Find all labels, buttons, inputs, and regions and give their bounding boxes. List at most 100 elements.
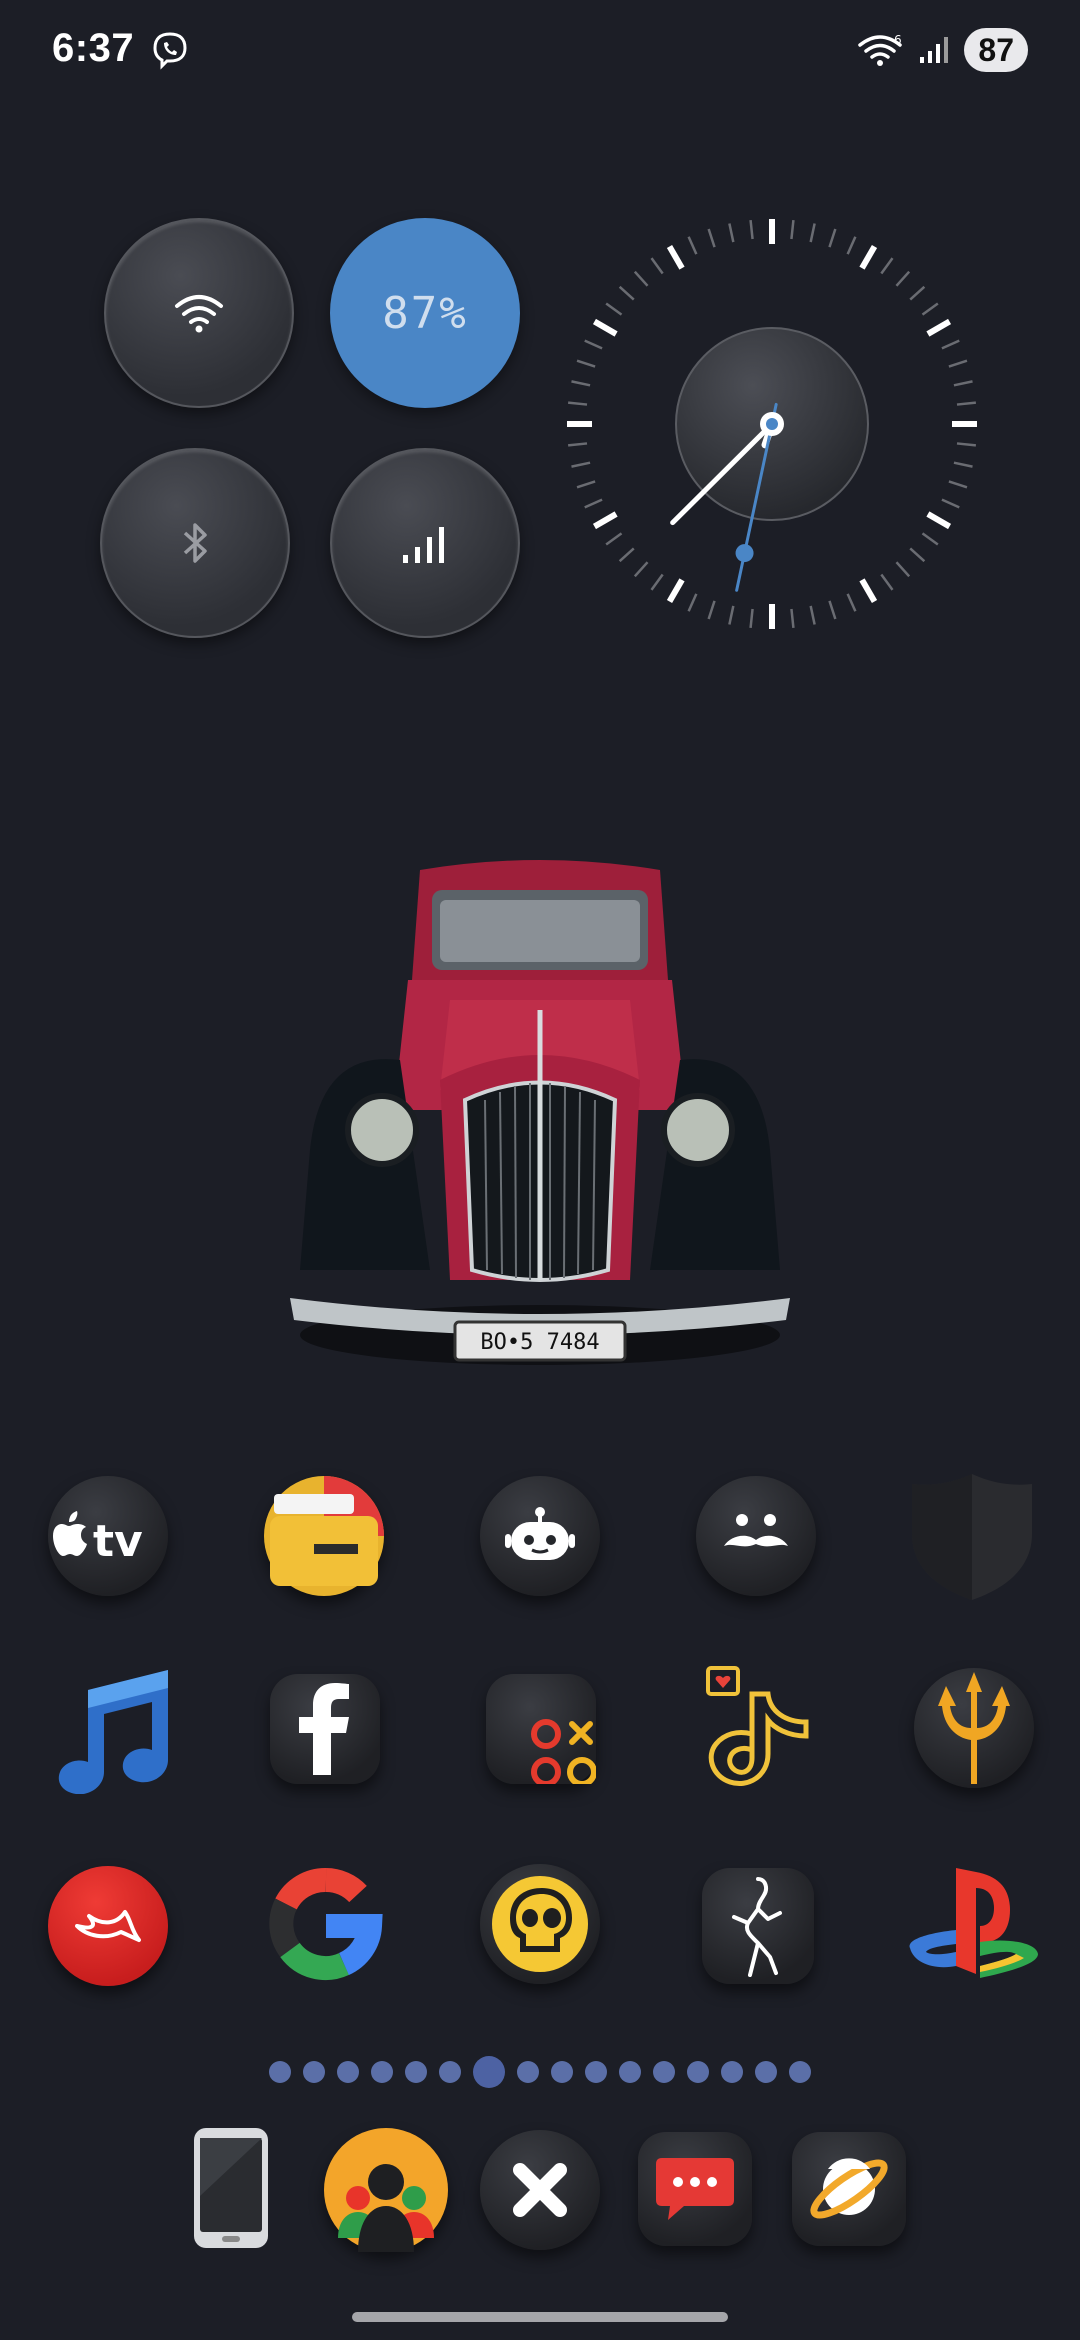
- app-trident[interactable]: [914, 1668, 1034, 1788]
- wifi-status-icon: 6: [858, 33, 903, 66]
- clock-second-dot: [735, 544, 754, 563]
- page-dot[interactable]: [687, 2061, 709, 2083]
- clock-minute-tick: [846, 236, 857, 255]
- moustache-face-icon: [724, 1514, 788, 1547]
- dock-contacts[interactable]: [324, 2128, 448, 2252]
- page-dot[interactable]: [585, 2061, 607, 2083]
- contacts-icon: [338, 2164, 434, 2252]
- skull-icon: [492, 1876, 588, 1972]
- page-dot[interactable]: [619, 2061, 641, 2083]
- vintage-car-wallpaper: BO•5 7484: [290, 850, 790, 1370]
- page-dot[interactable]: [551, 2061, 573, 2083]
- status-icons: 6 87: [858, 28, 1028, 72]
- clock-minute-tick: [650, 257, 664, 275]
- clock-minute-tick: [605, 532, 623, 546]
- page-dot[interactable]: [439, 2061, 461, 2083]
- app-google[interactable]: [264, 1862, 388, 1986]
- clock-minute-tick: [828, 600, 837, 620]
- clock-minute-tick: [707, 228, 716, 248]
- clock-minute-tick: [605, 302, 623, 316]
- license-plate-text: BO•5 7484: [480, 1330, 599, 1355]
- app-swiftly[interactable]: [48, 1866, 168, 1986]
- shield-icon: [912, 1474, 1032, 1600]
- app-tic-tac-toe[interactable]: [486, 1674, 596, 1784]
- app-shield[interactable]: [910, 1474, 1034, 1600]
- dock-phone[interactable]: [190, 2126, 272, 2250]
- app-chatbot[interactable]: [480, 1476, 600, 1596]
- planet-icon: [810, 2158, 888, 2219]
- robot-icon: [505, 1507, 575, 1560]
- page-dot[interactable]: [337, 2061, 359, 2083]
- phone-device-icon: [194, 2128, 268, 2248]
- clock-minute-tick: [567, 401, 588, 406]
- signal-icon: [403, 527, 444, 563]
- clock-minute-tick: [941, 498, 960, 509]
- google-icon: [269, 1868, 383, 1980]
- mobile-data-toggle[interactable]: [330, 448, 520, 638]
- clock-minute-tick: [953, 461, 973, 468]
- clock-minute-tick: [909, 547, 926, 563]
- page-dot[interactable]: [789, 2061, 811, 2083]
- clock-minute-tick: [956, 401, 977, 406]
- clock-minute-tick: [633, 270, 649, 287]
- clock-minute-tick: [948, 480, 968, 489]
- music-note-icon: [58, 1670, 168, 1795]
- clock-minute-tick: [584, 498, 603, 509]
- battery-toggle[interactable]: 87%: [330, 218, 520, 408]
- page-dot[interactable]: [653, 2061, 675, 2083]
- clock-minute-tick: [571, 461, 591, 468]
- app-apple-tv[interactable]: tv: [48, 1476, 168, 1596]
- clock-minute-tick: [809, 223, 816, 243]
- dock-close[interactable]: [480, 2130, 600, 2250]
- dock-internet[interactable]: [792, 2132, 906, 2246]
- facebook-icon: [299, 1683, 349, 1775]
- clock-hour-tick: [592, 511, 618, 530]
- clock-minute-tick: [956, 442, 977, 447]
- bluetooth-toggle[interactable]: [100, 448, 290, 638]
- app-playstation[interactable]: [906, 1868, 1042, 1980]
- clock-minute-tick: [571, 380, 591, 387]
- page-dot[interactable]: [721, 2061, 743, 2083]
- page-indicator[interactable]: [0, 2056, 1080, 2088]
- clock-minute-tick: [941, 339, 960, 350]
- message-bubble-icon: [656, 2158, 734, 2220]
- app-music[interactable]: [48, 1664, 174, 1795]
- dancer-icon: [732, 1877, 782, 1977]
- clock-minute-tick: [749, 219, 754, 240]
- viber-notification-icon: [150, 30, 190, 70]
- status-time: 6:37: [52, 26, 135, 70]
- clock-minute-tick: [880, 573, 894, 591]
- page-dot[interactable]: [371, 2061, 393, 2083]
- page-dot[interactable]: [269, 2061, 291, 2083]
- wifi-toggle[interactable]: [104, 218, 294, 408]
- page-dot-current[interactable]: [473, 2056, 505, 2088]
- page-dot[interactable]: [755, 2061, 777, 2083]
- clock-minute-tick: [909, 285, 926, 301]
- app-moustache[interactable]: [696, 1476, 816, 1596]
- bluetooth-icon: [183, 523, 207, 563]
- app-facebook[interactable]: [270, 1674, 380, 1784]
- app-brawl-stars[interactable]: [480, 1864, 600, 1984]
- clock-minute-tick: [567, 442, 588, 447]
- close-x-icon: [513, 2163, 567, 2217]
- clock-minute-tick: [846, 593, 857, 612]
- clock-minute-tick: [618, 285, 635, 301]
- clock-minute-tick: [921, 302, 939, 316]
- dock-messages[interactable]: [638, 2132, 752, 2246]
- home-indicator-bar[interactable]: [352, 2312, 728, 2322]
- page-dot[interactable]: [405, 2061, 427, 2083]
- app-tiktok[interactable]: [702, 1664, 812, 1790]
- trident-icon: [938, 1672, 1010, 1784]
- app-dance[interactable]: [702, 1868, 814, 1984]
- battery-percent-label: 87%: [382, 287, 468, 339]
- apple-tv-icon: tv: [53, 1511, 143, 1566]
- page-dot[interactable]: [303, 2061, 325, 2083]
- clock-minute-tick: [790, 608, 795, 629]
- playstation-icon: [909, 1868, 1038, 1978]
- clock-minute-tick: [809, 605, 816, 625]
- app-files[interactable]: [264, 1476, 384, 1596]
- clock-minute-tick: [584, 339, 603, 350]
- analog-clock-widget[interactable]: [560, 210, 980, 630]
- clock-minute-tick: [880, 257, 894, 275]
- page-dot[interactable]: [517, 2061, 539, 2083]
